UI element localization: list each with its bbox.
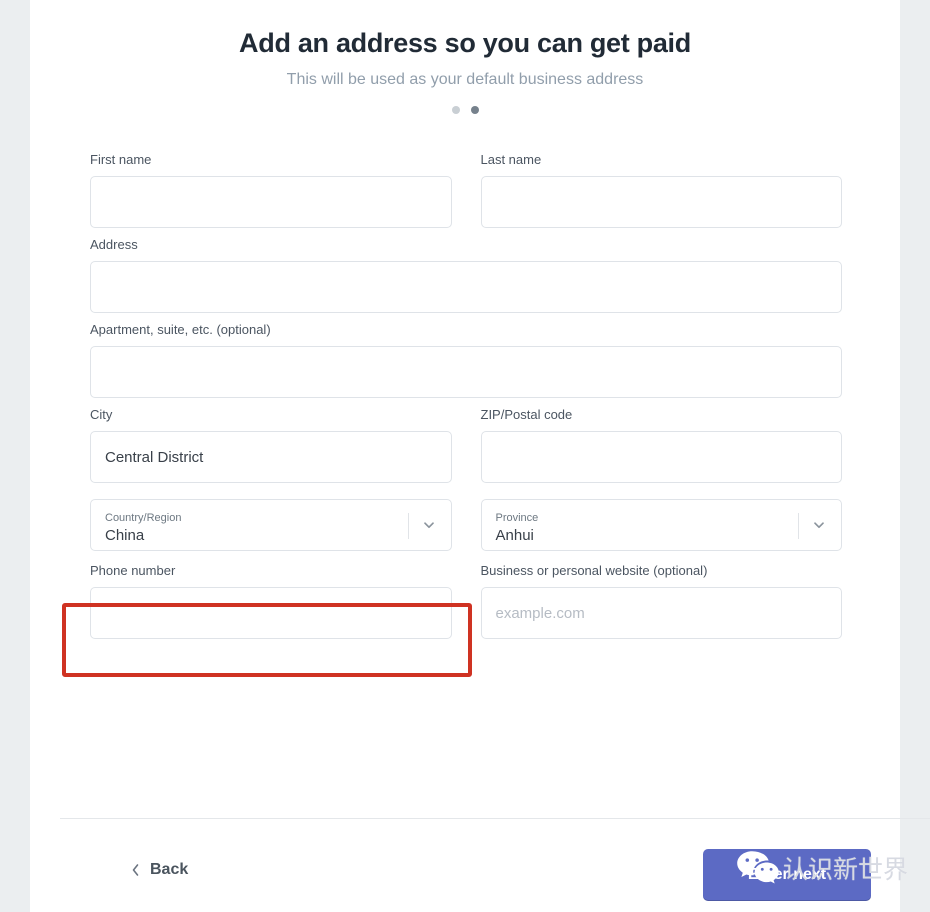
- address-field: Address: [90, 237, 842, 313]
- province-select[interactable]: Province Anhui: [480, 499, 842, 551]
- country-region-select[interactable]: Country/Region China: [90, 499, 452, 551]
- last-name-field: Last name: [480, 152, 842, 228]
- website-placeholder: example.com: [495, 604, 585, 622]
- first-name-label: First name: [90, 152, 152, 167]
- address-label: Address: [90, 237, 138, 252]
- country-region-value: China: [105, 526, 145, 544]
- country-field: Country/Region China: [90, 499, 452, 551]
- onboarding-card: Add an address so you can get paid This …: [30, 0, 930, 912]
- chevron-down-icon: [811, 517, 827, 533]
- first-name-input[interactable]: [90, 176, 452, 228]
- city-value: Central District: [105, 448, 204, 466]
- phone-input[interactable]: [90, 587, 452, 639]
- select-divider: [407, 513, 409, 539]
- last-name-input[interactable]: [480, 176, 842, 228]
- zip-label: ZIP/Postal code: [480, 407, 573, 422]
- zip-input[interactable]: [480, 431, 842, 483]
- apartment-label: Apartment, suite, etc. (optional): [90, 322, 271, 337]
- back-button[interactable]: Back: [130, 861, 188, 879]
- website-field: Business or personal website (optional) …: [480, 563, 842, 639]
- city-zip-row: City Central District ZIP/Postal code: [90, 407, 842, 483]
- chevron-left-icon: [130, 863, 141, 877]
- page-subtitle: This will be used as your default busine…: [286, 71, 644, 88]
- province-value: Anhui: [495, 526, 534, 544]
- province-field: Province Anhui: [480, 499, 842, 551]
- address-form: First name Last name Address Apartment, …: [90, 152, 842, 648]
- last-name-label: Last name: [480, 152, 542, 167]
- name-row: First name Last name: [90, 152, 842, 228]
- website-input[interactable]: example.com: [480, 587, 842, 639]
- step-indicator: [30, 106, 900, 114]
- province-label: Province: [495, 511, 539, 524]
- address-row: Address: [90, 237, 842, 313]
- zip-field: ZIP/Postal code: [480, 407, 842, 483]
- apartment-input[interactable]: [90, 346, 842, 398]
- phone-field: Phone number: [90, 563, 452, 639]
- first-name-field: First name: [90, 152, 452, 228]
- select-divider: [798, 513, 799, 539]
- apartment-field: Apartment, suite, etc. (optional): [90, 322, 842, 398]
- footer-divider: [60, 818, 930, 819]
- chevron-down-icon: [421, 517, 437, 533]
- address-input[interactable]: [90, 261, 842, 313]
- phone-website-row: Phone number Business or personal websit…: [90, 563, 842, 639]
- screen-root: Add an address so you can get paid This …: [0, 0, 930, 912]
- country-province-row: Country/Region China Province Anhui: [90, 499, 842, 551]
- city-input[interactable]: Central District: [90, 431, 452, 483]
- back-button-label: Back: [150, 861, 189, 878]
- page-title: Add an address so you can get paid: [239, 28, 691, 58]
- submit-button[interactable]: Enter next: [703, 849, 871, 901]
- city-label: City: [90, 407, 113, 422]
- apartment-row: Apartment, suite, etc. (optional): [90, 322, 842, 398]
- step-dot-2-active[interactable]: [470, 106, 479, 114]
- city-field: City Central District: [90, 407, 452, 483]
- country-region-label: Country/Region: [105, 511, 182, 524]
- phone-label: Phone number: [90, 563, 176, 578]
- step-dot-1[interactable]: [451, 106, 460, 114]
- website-label: Business or personal website (optional): [480, 563, 708, 578]
